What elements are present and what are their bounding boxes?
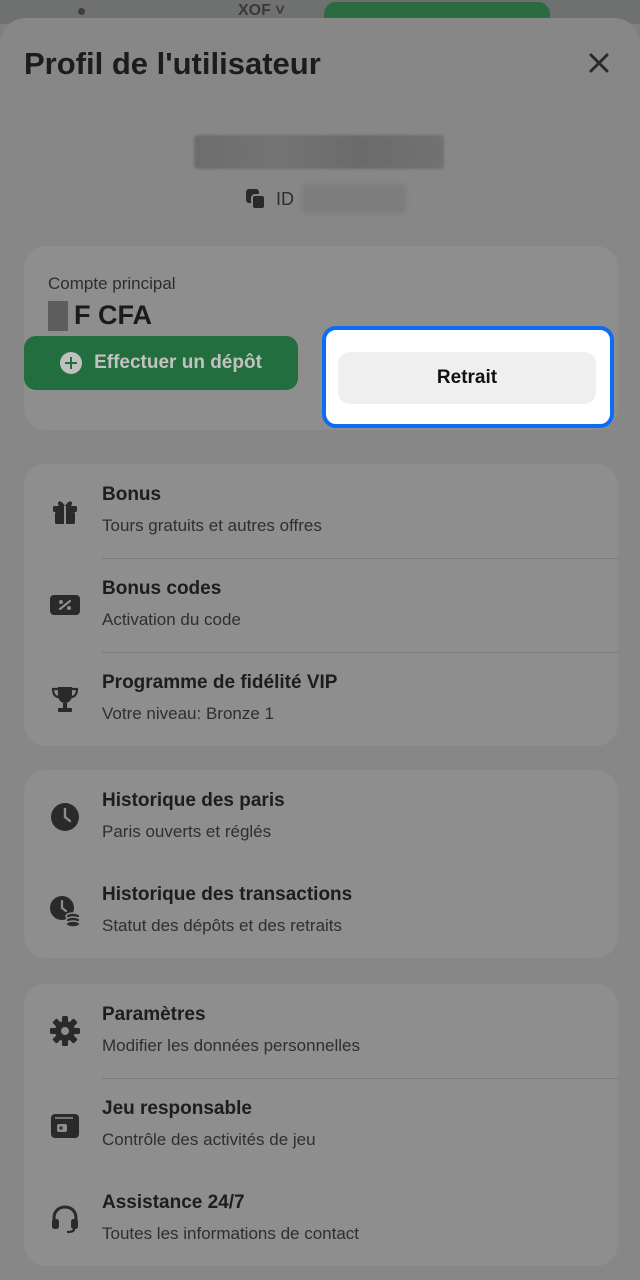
headset-icon — [48, 1202, 82, 1236]
status-dot — [78, 8, 85, 15]
menu-item-title: Historique des transactions — [102, 884, 353, 905]
gear-icon — [48, 1014, 82, 1048]
page-title: Profil de l'utilisateur — [24, 46, 321, 81]
menu-item-subtitle: Paris ouverts et réglés — [102, 822, 272, 841]
user-id-row: ID — [244, 182, 406, 216]
account-balance: F CFA — [48, 300, 152, 331]
plus-circle-icon — [60, 352, 83, 374]
menu-item-subtitle: Votre niveau: Bronze 1 — [102, 704, 275, 723]
withdraw-button[interactable]: Retrait — [338, 352, 596, 404]
menu-item-subtitle: Activation du code — [102, 610, 241, 629]
menu-item-subtitle: Toutes les informations de contact — [102, 1224, 360, 1243]
gift-icon — [48, 494, 82, 528]
menu-item-bet-history[interactable]: Historique des paris Paris ouverts et ré… — [24, 770, 618, 864]
trophy-icon — [48, 682, 82, 716]
menu-group-offers: Bonus Tours gratuits et autres offres Bo… — [24, 464, 618, 746]
withdraw-label: Retrait — [436, 367, 498, 388]
menu-item-title: Programme de fidélité VIP — [102, 672, 338, 693]
menu-item-subtitle: Statut des dépôts et des retraits — [102, 916, 343, 935]
menu-item-settings[interactable]: Paramètres Modifier les données personne… — [24, 984, 618, 1078]
menu-item-responsible-gaming[interactable]: Jeu responsable Contrôle des activités d… — [24, 1078, 618, 1172]
copy-icon[interactable] — [244, 187, 268, 211]
menu-item-title: Bonus — [102, 484, 162, 505]
menu-item-transaction-history[interactable]: Historique des transactions Statut des d… — [24, 864, 618, 958]
withdraw-highlight-frame: Retrait — [322, 326, 614, 428]
menu-item-title: Historique des paris — [102, 790, 285, 811]
menu-item-title: Bonus codes — [102, 578, 222, 599]
menu-item-title: Assistance 24/7 — [102, 1192, 245, 1213]
menu-item-title: Jeu responsable — [102, 1098, 252, 1119]
close-icon — [589, 53, 609, 73]
menu-item-subtitle: Modifier les données personnelles — [102, 1036, 360, 1055]
coupon-icon — [48, 588, 82, 622]
menu-group-account: Paramètres Modifier les données personne… — [24, 984, 618, 1266]
transaction-history-icon — [48, 894, 82, 928]
menu-item-title: Paramètres — [102, 1004, 206, 1025]
balance-redacted — [48, 300, 68, 331]
menu-group-history: Historique des paris Paris ouverts et ré… — [24, 770, 618, 958]
menu-item-subtitle: Contrôle des activités de jeu — [102, 1130, 316, 1149]
profile-sheet: Profil de l'utilisateur ID Compte princi… — [0, 18, 640, 1280]
close-button[interactable] — [584, 48, 614, 78]
menu-item-bonus-codes[interactable]: Bonus codes Activation du code — [24, 558, 618, 652]
deposit-label: Effectuer un dépôt — [94, 352, 262, 373]
username-redacted — [194, 135, 444, 169]
menu-item-vip-program[interactable]: Programme de fidélité VIP Votre niveau: … — [24, 652, 618, 746]
menu-item-subtitle: Tours gratuits et autres offres — [102, 516, 322, 535]
menu-item-bonus[interactable]: Bonus Tours gratuits et autres offres — [24, 464, 618, 558]
id-label: ID — [276, 188, 294, 209]
balance-currency: F CFA — [74, 300, 152, 330]
user-id-redacted — [302, 184, 406, 214]
account-label: Compte principal — [48, 274, 176, 293]
wallet-icon — [48, 1108, 82, 1142]
deposit-button[interactable]: Effectuer un dépôt — [24, 336, 298, 390]
menu-item-support[interactable]: Assistance 24/7 Toutes les informations … — [24, 1172, 618, 1266]
clock-icon — [48, 800, 82, 834]
